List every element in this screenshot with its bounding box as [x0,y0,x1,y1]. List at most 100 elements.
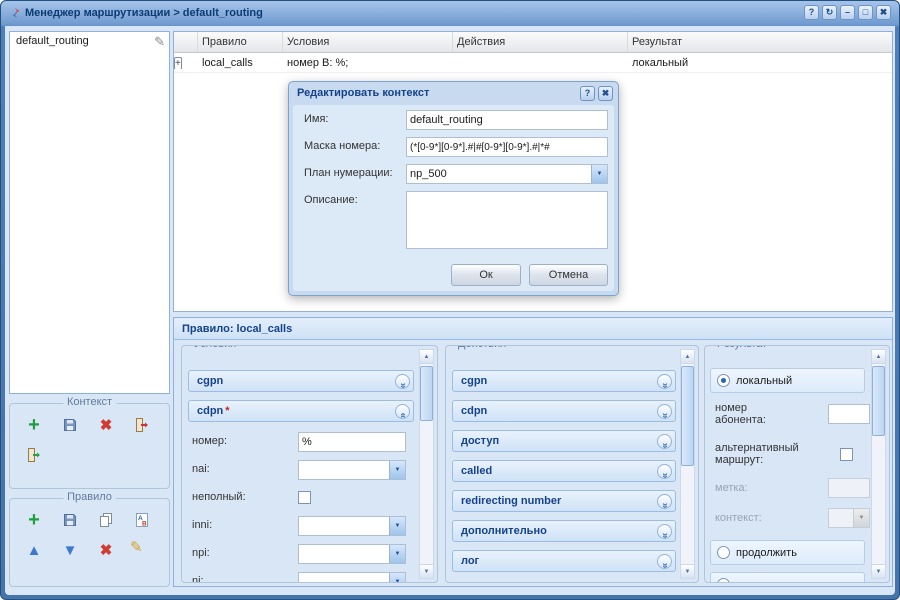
grid-header: Правило Условия Действия Результат [174,32,892,53]
action-section-cgpn[interactable]: cgpn » [452,370,676,392]
scroll-down-icon[interactable]: ▼ [681,564,694,578]
dialog-close-button[interactable]: ✖ [598,86,613,101]
expand-section-icon[interactable]: » [657,554,672,569]
refresh-button[interactable]: ↻ [822,5,837,20]
scrollbar-thumb[interactable] [872,366,885,436]
number-input[interactable] [298,432,406,452]
scrollbar-thumb[interactable] [420,366,433,421]
collapse-section-icon[interactable]: » [395,404,410,419]
section-label: cdpn [197,405,223,417]
ok-button[interactable]: Ок [451,264,521,286]
rule-toolbox-row1: + AB [10,505,169,535]
name-input[interactable] [406,110,608,130]
save-rule-button[interactable] [58,508,82,532]
chevron-down-icon[interactable]: ▼ [853,509,869,527]
copy-rule-button[interactable] [94,508,118,532]
export-context-button[interactable] [22,443,46,467]
expand-section-icon[interactable]: » [657,464,672,479]
context-toolbox-legend: Контекст [63,396,116,408]
expand-section-icon[interactable]: » [657,374,672,389]
action-section-access[interactable]: доступ » [452,430,676,452]
expand-section-icon[interactable]: » [657,524,672,539]
expand-section-icon[interactable]: » [657,434,672,449]
help-button[interactable]: ? [804,5,819,20]
grid-header-actions[interactable]: Действия [453,32,628,52]
move-rule-down-button[interactable]: ▼ [58,538,82,562]
expand-section-icon[interactable]: » [657,494,672,509]
chevron-down-icon[interactable]: ▼ [591,165,607,183]
chevron-down-icon: » [658,413,671,419]
table-row[interactable]: + local_calls номер B: %; локальный [174,53,892,73]
radio-local[interactable] [717,374,730,387]
alt-route-checkbox[interactable] [840,448,853,461]
scroll-down-icon[interactable]: ▼ [420,564,433,578]
grid-header-rule[interactable]: Правило [198,32,283,52]
subscriber-number-label: номер абонента: [715,402,787,426]
description-textarea[interactable] [406,191,608,249]
result-option-local[interactable]: локальный [710,368,865,393]
delete-context-button[interactable]: ✖ [94,413,118,437]
scroll-up-icon[interactable]: ▲ [681,350,694,364]
move-rule-up-button[interactable]: ▲ [22,538,46,562]
action-section-cdpn[interactable]: cdpn » [452,400,676,422]
unload-context-button[interactable] [130,413,154,437]
condition-section-cdpn[interactable]: cdpn* » [188,400,414,422]
action-section-log[interactable]: лог » [452,550,676,572]
chevron-down-icon[interactable]: ▼ [389,545,405,563]
edit-context-icon[interactable]: ✎ [154,34,165,50]
svg-text:B: B [142,521,147,528]
chevron-down-icon[interactable]: ▼ [389,461,405,479]
action-section-called[interactable]: called » [452,460,676,482]
result-option-direction[interactable]: направление [710,572,865,583]
result-option-label: направление [736,579,803,584]
edit-rule-button[interactable]: ✎ [130,538,154,562]
expand-section-icon[interactable]: » [395,374,410,389]
scrollbar-thumb[interactable] [681,366,694,466]
dialog-title: Редактировать контекст [297,87,429,99]
inni-select[interactable]: ▼ [298,516,406,536]
action-section-redirecting-number[interactable]: redirecting number » [452,490,676,512]
minimize-button[interactable]: – [840,5,855,20]
radio-direction[interactable] [717,578,730,583]
ni-select[interactable]: ▼ [298,572,406,583]
copy-icon [98,512,114,528]
expand-row-icon[interactable]: + [174,57,182,69]
condition-section-cgpn[interactable]: cgpn » [188,370,414,392]
add-context-button[interactable]: + [22,413,46,437]
save-context-button[interactable] [58,413,82,437]
name-label: Имя: [304,113,328,125]
subscriber-number-input[interactable] [828,404,870,424]
rename-rule-button[interactable]: AB [130,508,154,532]
vertical-scrollbar[interactable]: ▲ ▼ [871,349,886,579]
section-label: cgpn [197,375,223,387]
grid-header-conditions[interactable]: Условия [283,32,453,52]
vertical-scrollbar[interactable]: ▲ ▼ [680,349,695,579]
delete-rule-button[interactable]: ✖ [94,538,118,562]
chevron-down-icon[interactable]: ▼ [389,517,405,535]
add-rule-button[interactable]: + [22,508,46,532]
save-icon [62,512,78,528]
cancel-button[interactable]: Отмена [529,264,608,286]
grid-header-result[interactable]: Результат [628,32,892,52]
dialog-help-button[interactable]: ? [580,86,595,101]
incomplete-checkbox[interactable] [298,491,311,504]
vertical-scrollbar[interactable]: ▲ ▼ [419,349,434,579]
close-button[interactable]: ✖ [876,5,891,20]
chevron-down-icon[interactable]: ▼ [389,573,405,583]
list-item-default-routing[interactable]: default_routing ✎ [10,32,169,52]
numbering-plan-select[interactable]: np_500 ▼ [406,164,608,184]
expand-section-icon[interactable]: » [657,404,672,419]
npi-select[interactable]: ▼ [298,544,406,564]
radio-continue[interactable] [717,546,730,559]
mask-input[interactable] [406,137,608,157]
scroll-down-icon[interactable]: ▼ [872,564,885,578]
action-section-additional[interactable]: дополнительно » [452,520,676,542]
context-select[interactable]: ▼ [828,508,870,528]
tag-input[interactable] [828,478,870,498]
result-option-continue[interactable]: продолжить [710,540,865,565]
scroll-up-icon[interactable]: ▲ [872,350,885,364]
scroll-up-icon[interactable]: ▲ [420,350,433,364]
maximize-button[interactable]: □ [858,5,873,20]
nai-select[interactable]: ▼ [298,460,406,480]
grid-header-expander[interactable] [174,32,198,52]
